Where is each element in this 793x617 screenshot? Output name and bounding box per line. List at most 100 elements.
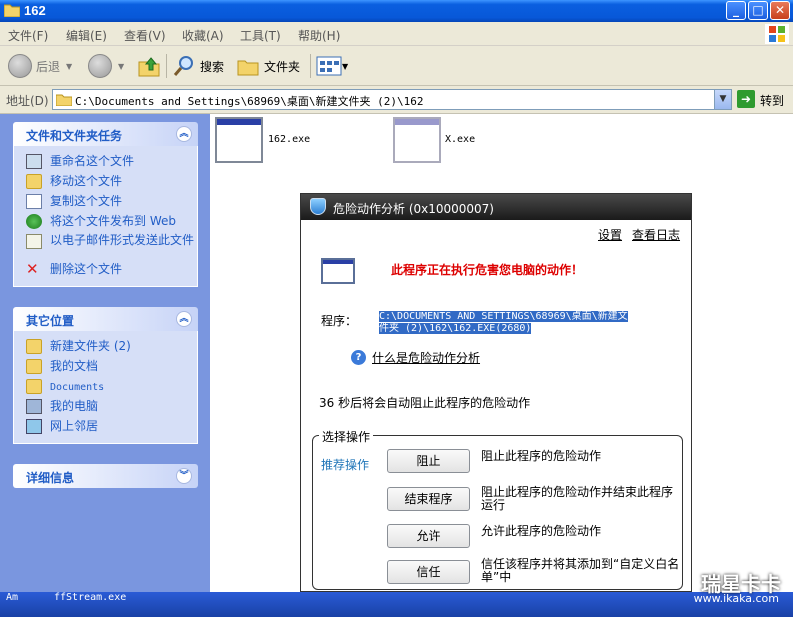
search-button[interactable]: 搜索	[172, 52, 224, 80]
program-label: 程序：	[321, 314, 358, 328]
place-label: 我的电脑	[50, 399, 99, 413]
place-documents[interactable]: Documents	[26, 377, 197, 397]
folder-icon	[26, 339, 42, 354]
danger-dialog: 危险动作分析 (0x10000007) 设置 查看日志 此程序正在执行危害您电脑…	[300, 193, 692, 592]
collapse-icon[interactable]: ︽	[176, 311, 192, 327]
folders-label: 文件夹	[264, 59, 301, 74]
file-name[interactable]: X.exe	[445, 134, 475, 145]
back-button[interactable]: 后退 ▼	[8, 52, 72, 80]
action-group: 选择操作 推荐操作 阻止 阻止此程序的危险动作 结束程序 阻止此程序的危险动作并…	[312, 428, 683, 590]
settings-link[interactable]: 设置	[598, 226, 622, 243]
address-dropdown-button[interactable]: ▼	[714, 90, 731, 109]
collapse-icon[interactable]: ︽	[176, 126, 192, 142]
delete-icon: ✕	[26, 260, 39, 278]
place-label: 网上邻居	[50, 419, 99, 433]
up-folder-icon	[138, 57, 160, 77]
search-icon	[173, 56, 193, 76]
back-arrow-icon	[8, 54, 32, 78]
taskbar-item[interactable]: ffStream.exe	[54, 592, 126, 603]
minimize-button[interactable]: _	[726, 1, 746, 20]
expand-icon[interactable]: ︾	[176, 468, 192, 484]
dialog-title: 危险动作分析 (0x10000007)	[333, 202, 494, 216]
place-label: 我的文档	[50, 359, 99, 373]
maximize-button[interactable]: □	[748, 1, 768, 20]
views-button[interactable]: ▼	[316, 52, 348, 80]
other-places-header[interactable]: 其它位置 ︽	[13, 307, 198, 331]
menu-favorites[interactable]: 收藏(A)	[182, 27, 224, 44]
help-icon: ?	[351, 350, 366, 365]
place-my-computer[interactable]: 我的电脑	[26, 397, 197, 417]
file-name[interactable]: 162.exe	[268, 134, 310, 145]
go-button[interactable]: 转到	[760, 92, 784, 109]
taskbar-left-text: Am	[6, 592, 19, 603]
details-panel: 详细信息 ︾	[13, 464, 198, 488]
task-publish-web[interactable]: 将这个文件发布到 Web	[26, 212, 197, 232]
my-documents-icon	[26, 359, 42, 374]
task-delete[interactable]: ✕ 删除这个文件	[26, 260, 197, 280]
views-icon	[316, 56, 342, 76]
rename-icon	[26, 154, 42, 169]
task-label: 重命名这个文件	[50, 154, 135, 168]
up-folder-button[interactable]	[137, 52, 161, 80]
help-link[interactable]: 什么是危险动作分析	[372, 349, 480, 366]
address-input[interactable]: C:\Documents and Settings\68969\桌面\新建文件夹…	[52, 89, 732, 110]
toolbar: 后退 ▼ ▼ 搜索 文件夹 ▼	[0, 46, 793, 86]
watermark-url: www.ikaka.com	[693, 592, 779, 605]
place-new-folder[interactable]: 新建文件夹 (2)	[26, 337, 197, 357]
computer-icon	[26, 399, 42, 414]
warning-text: 此程序正在执行危害您电脑的动作！	[391, 263, 584, 277]
allow-description: 允许此程序的危险动作	[481, 524, 602, 538]
end-program-button[interactable]: 结束程序	[387, 487, 470, 511]
window-title: 162	[24, 3, 46, 18]
task-label: 以电子邮件形式发送此文件	[50, 233, 195, 247]
menu-edit[interactable]: 编辑(E)	[66, 27, 107, 44]
menu-view[interactable]: 查看(V)	[124, 27, 166, 44]
address-label: 地址(D)	[6, 94, 49, 108]
recommended-label: 推荐操作	[321, 458, 370, 472]
trust-button[interactable]: 信任	[387, 560, 470, 584]
address-bar: 地址(D) C:\Documents and Settings\68969\桌面…	[0, 86, 793, 114]
place-my-documents[interactable]: 我的文档	[26, 357, 197, 377]
move-icon	[26, 174, 42, 189]
folders-button[interactable]: 文件夹	[236, 52, 300, 80]
forward-button[interactable]: ▼	[88, 52, 124, 80]
file-icon[interactable]	[215, 117, 263, 163]
place-label: Documents	[50, 382, 105, 393]
program-path: C:\DOCUMENTS AND SETTINGS\68969\桌面\新建文 件…	[379, 311, 643, 335]
task-rename[interactable]: 重命名这个文件	[26, 152, 197, 172]
trust-description: 信任该程序并将其添加到“自定义白名单”中	[481, 557, 680, 584]
file-tasks-header[interactable]: 文件和文件夹任务 ︽	[13, 122, 198, 146]
task-email[interactable]: 以电子邮件形式发送此文件	[26, 232, 197, 260]
task-label: 复制这个文件	[50, 194, 123, 208]
folders-icon	[237, 60, 259, 76]
file-icon[interactable]	[393, 117, 441, 163]
application-icon	[321, 258, 355, 284]
address-path: C:\Documents and Settings\68969\桌面\新建文件夹…	[75, 95, 424, 108]
details-header[interactable]: 详细信息 ︾	[13, 464, 198, 488]
forward-arrow-icon	[88, 54, 112, 78]
back-label: 后退	[36, 59, 61, 74]
go-arrow-icon[interactable]: ➜	[737, 90, 755, 108]
menu-tools[interactable]: 工具(T)	[240, 27, 281, 44]
search-label: 搜索	[200, 59, 225, 74]
program-path-line-2: 件夹 (2)\162\162.EXE(2680)	[379, 323, 532, 334]
file-tasks-title: 文件和文件夹任务	[26, 129, 123, 143]
block-description: 阻止此程序的危险动作	[481, 449, 602, 463]
block-button[interactable]: 阻止	[387, 449, 470, 473]
globe-icon	[26, 214, 42, 229]
place-label: 新建文件夹 (2)	[50, 339, 131, 353]
menu-file[interactable]: 文件(F)	[8, 27, 48, 44]
task-copy[interactable]: 复制这个文件	[26, 192, 197, 212]
shield-icon	[310, 198, 326, 215]
view-log-link[interactable]: 查看日志	[632, 226, 680, 243]
close-button[interactable]: ✕	[770, 1, 790, 20]
menu-help[interactable]: 帮助(H)	[298, 27, 340, 44]
task-move[interactable]: 移动这个文件	[26, 172, 197, 192]
details-title: 详细信息	[26, 471, 75, 485]
menu-bar: 文件(F) 编辑(E) 查看(V) 收藏(A) 工具(T) 帮助(H)	[0, 22, 793, 46]
window-titlebar: 162 _ □ ✕	[0, 0, 793, 22]
allow-button[interactable]: 允许	[387, 524, 470, 548]
chevron-down-icon: ▼	[66, 61, 73, 71]
place-network[interactable]: 网上邻居	[26, 417, 197, 437]
taskbar: Am ffStream.exe	[0, 592, 793, 617]
